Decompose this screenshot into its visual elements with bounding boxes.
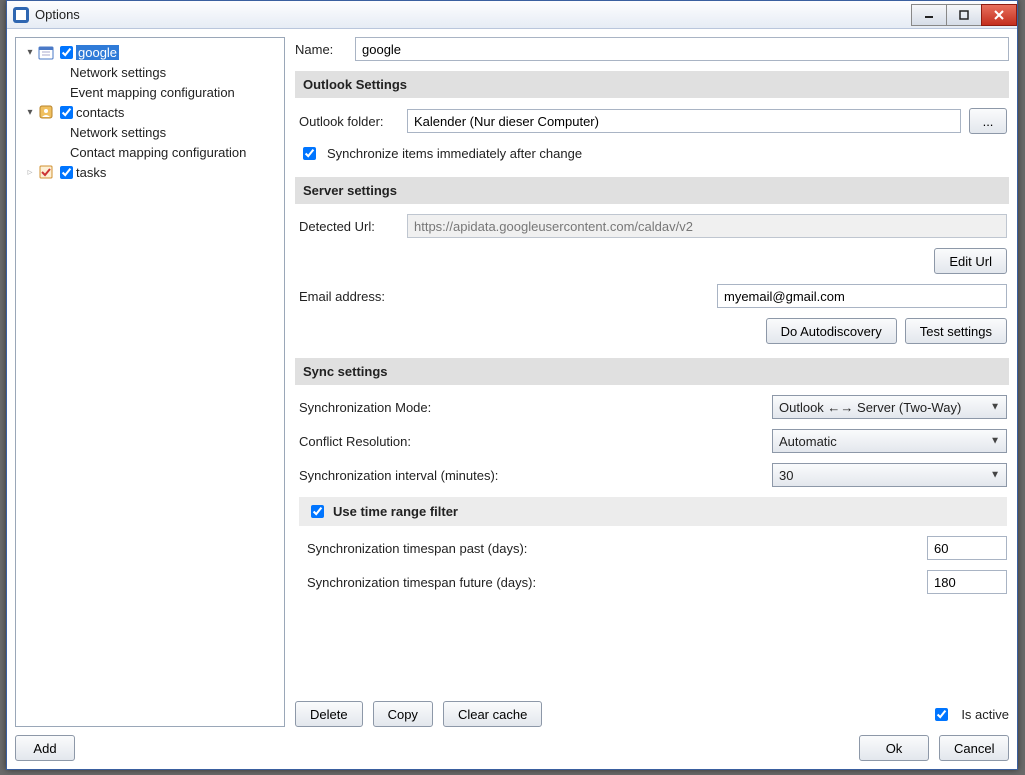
ok-button[interactable]: Ok — [859, 735, 929, 761]
outlook-section-header: Outlook Settings — [295, 71, 1009, 98]
time-range-subheader: Use time range filter — [299, 497, 1007, 526]
time-range-checkbox[interactable] — [311, 505, 324, 518]
name-label: Name: — [295, 42, 347, 57]
chevron-down-icon: ▼ — [990, 436, 1000, 447]
expander-icon[interactable]: ▾ — [24, 47, 36, 58]
window-title: Options — [35, 7, 80, 22]
calendar-icon — [38, 44, 54, 60]
minimize-button[interactable] — [911, 4, 947, 26]
server-section-header: Server settings — [295, 177, 1009, 204]
delete-button[interactable]: Delete — [295, 701, 363, 727]
tree-checkbox[interactable] — [60, 166, 73, 179]
tree-node-contacts[interactable]: ▾ contacts — [22, 102, 282, 122]
sync-immediate-label: Synchronize items immediately after chan… — [327, 146, 582, 161]
tree-child[interactable]: Event mapping configuration — [22, 82, 282, 102]
app-icon — [13, 7, 29, 23]
sync-section-header: Sync settings — [295, 358, 1009, 385]
is-active-label: Is active — [961, 707, 1009, 722]
detected-url-input — [407, 214, 1007, 238]
expander-icon[interactable]: ▾ — [24, 107, 36, 118]
copy-button[interactable]: Copy — [373, 701, 433, 727]
clear-cache-button[interactable]: Clear cache — [443, 701, 542, 727]
tree-child[interactable]: Network settings — [22, 62, 282, 82]
profile-tree[interactable]: ▾ google Network settings Event mapping … — [15, 37, 285, 727]
conflict-select[interactable]: Automatic▼ — [772, 429, 1007, 453]
interval-select[interactable]: 30▼ — [772, 463, 1007, 487]
maximize-button[interactable] — [946, 4, 982, 26]
past-label: Synchronization timespan past (days): — [307, 541, 527, 556]
autodiscovery-button[interactable]: Do Autodiscovery — [766, 318, 897, 344]
email-input[interactable] — [717, 284, 1007, 308]
is-active-checkbox[interactable] — [935, 708, 948, 721]
tree-checkbox[interactable] — [60, 46, 73, 59]
titlebar: Options — [7, 1, 1017, 29]
expander-icon[interactable]: ▹ — [24, 167, 36, 178]
test-settings-button[interactable]: Test settings — [905, 318, 1007, 344]
future-input[interactable] — [927, 570, 1007, 594]
chevron-down-icon: ▼ — [990, 402, 1000, 413]
chevron-down-icon: ▼ — [990, 470, 1000, 481]
future-label: Synchronization timespan future (days): — [307, 575, 536, 590]
detected-url-label: Detected Url: — [299, 219, 399, 234]
tree-checkbox[interactable] — [60, 106, 73, 119]
contacts-icon — [38, 104, 54, 120]
outlook-folder-label: Outlook folder: — [299, 114, 399, 129]
conflict-label: Conflict Resolution: — [299, 434, 411, 449]
browse-folder-button[interactable]: ... — [969, 108, 1007, 134]
interval-label: Synchronization interval (minutes): — [299, 468, 498, 483]
email-label: Email address: — [299, 289, 399, 304]
sync-mode-label: Synchronization Mode: — [299, 400, 431, 415]
tasks-icon — [38, 164, 54, 180]
outlook-folder-input[interactable] — [407, 109, 961, 133]
tree-child[interactable]: Contact mapping configuration — [22, 142, 282, 162]
sync-mode-select[interactable]: Outlook ←→ Server (Two-Way)▼ — [772, 395, 1007, 419]
add-button[interactable]: Add — [15, 735, 75, 761]
options-window: Options ▾ — [6, 0, 1018, 770]
tree-node-google[interactable]: ▾ google — [22, 42, 282, 62]
edit-url-button[interactable]: Edit Url — [934, 248, 1007, 274]
name-input[interactable] — [355, 37, 1009, 61]
sync-immediate-checkbox[interactable] — [303, 147, 316, 160]
tree-child[interactable]: Network settings — [22, 122, 282, 142]
close-button[interactable] — [981, 4, 1017, 26]
settings-panel: Name: Outlook Settings Outlook folder: .… — [295, 37, 1009, 727]
tree-node-tasks[interactable]: ▹ tasks — [22, 162, 282, 182]
past-input[interactable] — [927, 536, 1007, 560]
cancel-button[interactable]: Cancel — [939, 735, 1009, 761]
